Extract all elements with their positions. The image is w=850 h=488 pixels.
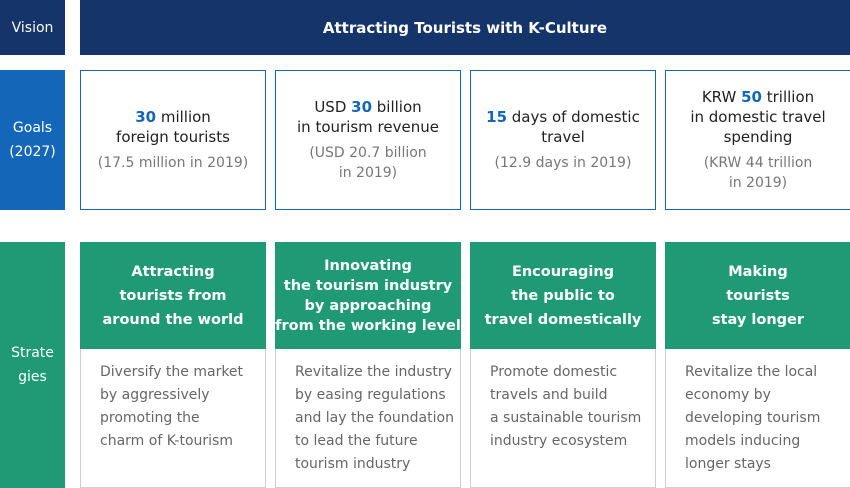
goal-main-text: 30 million foreign tourists	[116, 107, 230, 147]
strategy-title: Innovating the tourism industry by approac…	[275, 242, 461, 349]
goal-main-text: USD 30 billion in tourism revenue	[297, 97, 439, 137]
goal-baseline-line: in 2019)	[728, 175, 788, 191]
goal-baseline-text: (17.5 million in 2019)	[98, 153, 248, 173]
strategy-title-line: around the world	[102, 311, 244, 328]
goals-label-line: (2027)	[9, 144, 56, 160]
goal-baseline-line: (12.9 days in 2019)	[494, 155, 632, 171]
goal-text-fragment: billion	[372, 98, 422, 116]
strategy-description-line: longer stays	[685, 456, 771, 472]
goal-box: 15 days of domestic travel (12.9 days in 2…	[470, 70, 656, 210]
strategy-title: Making tourists stay longer	[665, 242, 850, 349]
strategy-description-line: developing tourism	[685, 410, 821, 426]
strategy-title-line: the public to	[511, 287, 615, 304]
strategy-description: Diversify the market by aggressively promo…	[80, 349, 266, 488]
strategy-description-line: models inducing	[685, 433, 801, 449]
strategy-description-line: and lay the foundation	[295, 410, 454, 426]
goal-baseline-line: (USD 20.7 billion	[309, 145, 427, 161]
goal-main-line: USD 30 billion	[297, 97, 439, 117]
strategy-title-line: by approaching	[304, 297, 432, 314]
strategy-description-line: a sustainable tourism	[490, 410, 642, 426]
goal-text-fragment: in domestic travel	[690, 108, 826, 126]
strategies-label: Strate gies	[0, 242, 65, 488]
strategy-title-line: Innovating	[324, 257, 412, 274]
vision-bar: Attracting Tourists with K-Culture	[80, 0, 850, 55]
strategy-title-line: Encouraging	[511, 263, 615, 280]
goal-main-line: in tourism revenue	[297, 117, 439, 137]
strategy-description-line: travels and build	[490, 387, 608, 403]
strategies-label-line: Strate	[11, 345, 54, 361]
strategy-description-line: tourism industry	[295, 456, 411, 472]
strategy-title-line: Attracting	[131, 263, 215, 280]
vision-label: Vision	[0, 0, 65, 55]
goal-text-fragment: trillion	[761, 88, 815, 106]
goal-main-line: in domestic travel	[690, 107, 825, 127]
goals-label: Goals (2027)	[0, 70, 65, 210]
strategy-description: Revitalize the local economy by developing…	[665, 349, 850, 488]
strategy-description-line: promoting the	[100, 410, 200, 426]
goal-text-fragment: USD	[314, 98, 352, 116]
goal-text-fragment: KRW	[701, 88, 742, 106]
goal-baseline-text: (USD 20.7 billion in 2019)	[309, 143, 426, 183]
strategies-label-line: gies	[18, 369, 47, 385]
goal-main-text: KRW 50 trillion in domestic travel spendin…	[690, 87, 825, 147]
strategy-title-line: stay longer	[711, 311, 805, 328]
goals-label-line: Goals	[12, 120, 53, 136]
strategy-title-line: Making	[728, 263, 788, 280]
strategy-description-line: Promote domestic	[490, 364, 618, 380]
strategy-title: Encouraging the public to travel domestica…	[470, 242, 656, 349]
vision-text: Attracting Tourists with K-Culture	[322, 18, 608, 37]
goal-main-line: travel	[486, 127, 640, 147]
goal-box: USD 30 billion in tourism revenue (USD 20.…	[275, 70, 461, 210]
strategy-title-line: tourists	[726, 287, 790, 304]
goal-target-number: 50	[741, 88, 762, 106]
goal-target-number: 30	[135, 108, 157, 126]
goal-box: KRW 50 trillion in domestic travel spendin…	[665, 70, 850, 210]
goal-main-text: 15 days of domestic travel	[486, 107, 640, 147]
strategy-description-line: by easing regulations	[295, 387, 446, 403]
strategy-description-line: to lead the future	[295, 433, 418, 449]
goal-baseline-line: (17.5 million in 2019)	[97, 155, 249, 171]
goal-text-fragment: days of domestic	[507, 108, 640, 126]
strategy-description-line: by aggressively	[100, 387, 210, 403]
goal-baseline-line: in 2019)	[338, 165, 398, 181]
goal-target-number: 15	[486, 108, 508, 126]
strategy-title-line: the tourism industry	[283, 277, 453, 294]
goal-baseline-text: (12.9 days in 2019)	[495, 153, 632, 173]
goal-baseline-text: (KRW 44 trillion in 2019)	[704, 153, 813, 193]
strategy-description-line: Diversify the market	[100, 364, 244, 380]
strategy-description-line: industry ecosystem	[490, 433, 628, 449]
strategy-description: Promote domestic travels and build a susta…	[470, 349, 656, 488]
goal-box: 30 million foreign tourists (17.5 million …	[80, 70, 266, 210]
strategy-description-line: economy by	[685, 387, 771, 403]
goal-target-number: 30	[351, 98, 373, 116]
goal-main-line: KRW 50 trillion	[690, 87, 825, 107]
strategy-description-line: charm of K-tourism	[100, 433, 233, 449]
goal-text-fragment: foreign tourists	[116, 128, 230, 146]
strategy-title: Attracting tourists from around the world	[80, 242, 266, 349]
goal-text-fragment: travel	[541, 128, 585, 146]
strategy-title-line: from the working level	[275, 317, 461, 334]
goal-main-line: foreign tourists	[116, 127, 230, 147]
strategy-title-line: tourists from	[119, 287, 227, 304]
goal-text-fragment: spending	[723, 128, 793, 146]
strategy-title-line: travel domestically	[484, 311, 642, 328]
strategy-description-line: Revitalize the industry	[295, 364, 452, 380]
goal-main-line: 15 days of domestic	[486, 107, 640, 127]
goal-text-fragment: in tourism revenue	[297, 118, 439, 136]
strategy-description: Revitalize the industry by easing regulat…	[275, 349, 461, 488]
goal-text-fragment: million	[156, 108, 211, 126]
goal-main-line: 30 million	[116, 107, 230, 127]
goal-baseline-line: (KRW 44 trillion	[703, 155, 813, 171]
goal-main-line: spending	[690, 127, 825, 147]
strategy-description-line: Revitalize the local	[685, 364, 818, 380]
